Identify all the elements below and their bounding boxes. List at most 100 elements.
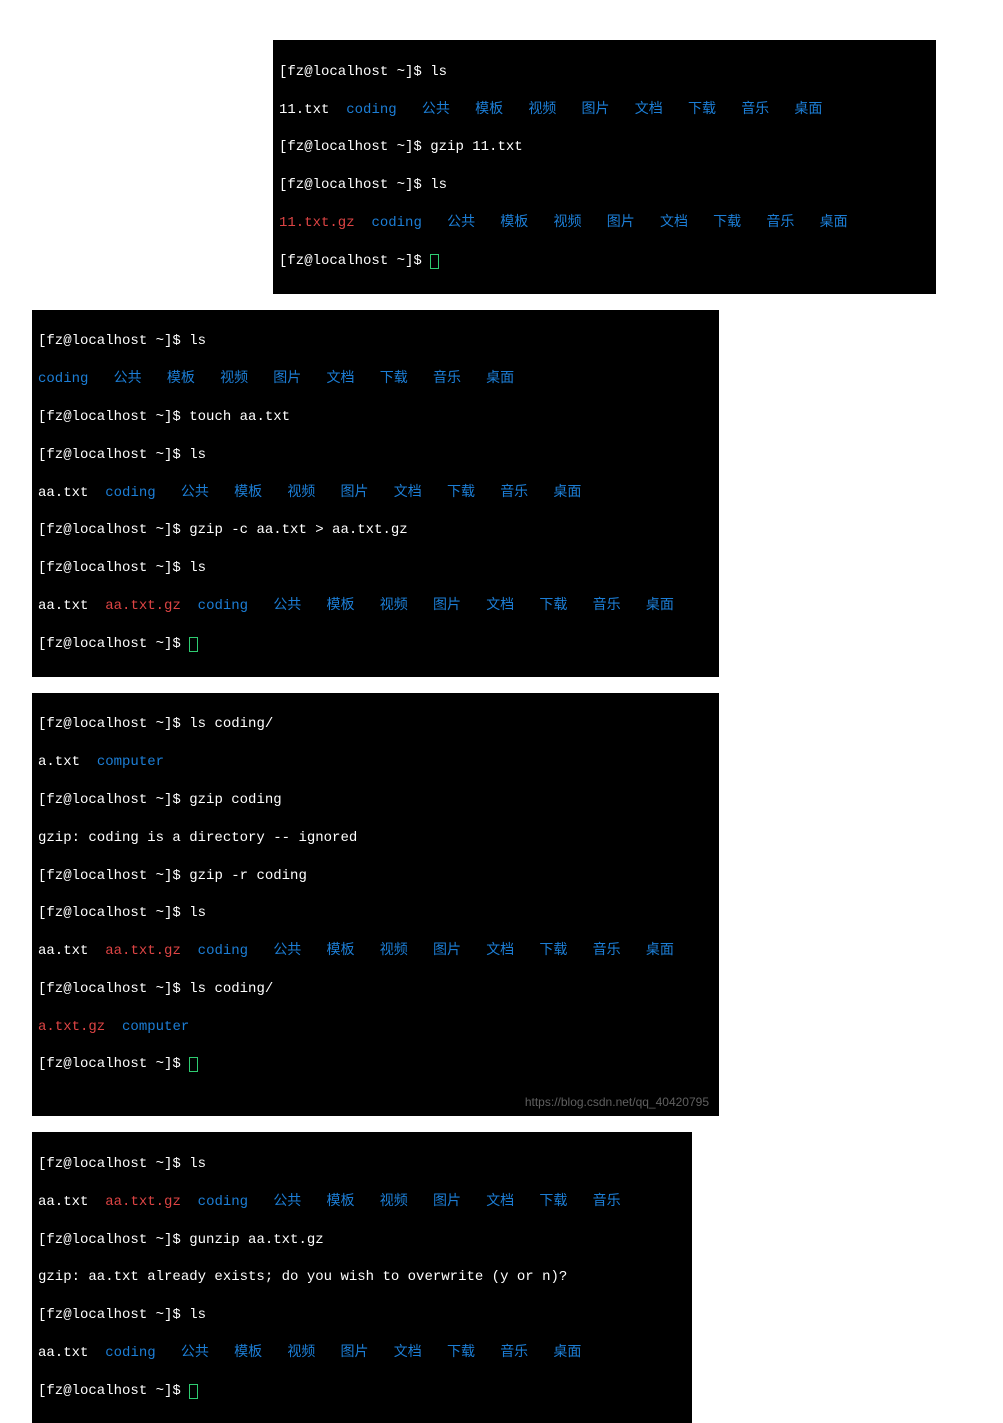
terminal-line: [fz@localhost ~]$ ls coding/ (38, 980, 713, 999)
command: ls coding/ (189, 981, 273, 997)
dir: 桌面 (646, 598, 674, 614)
file: aa.txt (38, 598, 88, 614)
dir: coding (198, 598, 248, 614)
cursor-icon[interactable] (189, 637, 198, 652)
dir: 桌面 (820, 215, 848, 231)
file-gz: aa.txt.gz (105, 598, 181, 614)
dir: 模板 (234, 485, 262, 501)
dir: 公共 (422, 102, 450, 118)
dir: 音乐 (593, 598, 621, 614)
dir: coding (105, 485, 155, 501)
dir: 图片 (433, 1194, 461, 1210)
file-gz: a.txt.gz (38, 1019, 105, 1035)
prompt: [fz@localhost ~]$ (279, 253, 430, 269)
terminal-line: [fz@localhost ~]$ ls (38, 559, 713, 578)
dir: 音乐 (500, 485, 528, 501)
prompt: [fz@localhost ~]$ (38, 1056, 189, 1072)
terminal-line: [fz@localhost ~]$ (38, 635, 713, 654)
command: touch aa.txt (189, 409, 290, 425)
terminal-line: [fz@localhost ~]$ ls (38, 904, 713, 923)
terminal-block-4: [fz@localhost ~]$ ls aa.txt aa.txt.gz co… (32, 1132, 692, 1423)
dir: 音乐 (766, 215, 794, 231)
terminal-line: [fz@localhost ~]$ ls (38, 1155, 686, 1174)
dir: 模板 (327, 943, 355, 959)
terminal-line: aa.txt aa.txt.gz coding 公共 模板 视频 图片 文档 下… (38, 942, 713, 961)
dir: 下载 (539, 943, 567, 959)
dir: 音乐 (593, 943, 621, 959)
file: a.txt (38, 754, 80, 770)
prompt: [fz@localhost ~]$ (38, 333, 189, 349)
dir: 桌面 (553, 1345, 581, 1361)
dir: 音乐 (500, 1345, 528, 1361)
command: gzip 11.txt (430, 139, 522, 155)
message: gzip: coding is a directory -- ignored (38, 830, 357, 846)
file-gz: 11.txt.gz (279, 215, 355, 231)
dir: 文档 (394, 1345, 422, 1361)
file: aa.txt (38, 485, 88, 501)
file-gz: aa.txt.gz (105, 1194, 181, 1210)
file-gz: aa.txt.gz (105, 943, 181, 959)
terminal-line: [fz@localhost ~]$ gzip -c aa.txt > aa.tx… (38, 521, 713, 540)
dir: 视频 (380, 1194, 408, 1210)
dir: 视频 (287, 485, 315, 501)
dir: 视频 (554, 215, 582, 231)
dir: 模板 (327, 1194, 355, 1210)
prompt: [fz@localhost ~]$ (279, 177, 430, 193)
dir: 图片 (341, 485, 369, 501)
dir: 下载 (539, 598, 567, 614)
dir: 图片 (341, 1345, 369, 1361)
dir: computer (97, 754, 164, 770)
dir: 公共 (273, 943, 301, 959)
prompt: [fz@localhost ~]$ (38, 560, 189, 576)
dir: 文档 (486, 598, 514, 614)
terminal-line: [fz@localhost ~]$ ls (279, 176, 930, 195)
command: ls (189, 333, 206, 349)
prompt: [fz@localhost ~]$ (38, 409, 189, 425)
dir: 音乐 (433, 371, 461, 387)
terminal-line: coding 公共 模板 视频 图片 文档 下载 音乐 桌面 (38, 370, 713, 389)
dir: 视频 (220, 371, 248, 387)
terminal-line: 11.txt.gz coding 公共 模板 视频 图片 文档 下载 音乐 桌面 (279, 214, 930, 233)
dir: coding (198, 943, 248, 959)
dir: 桌面 (553, 485, 581, 501)
dir: 图片 (433, 943, 461, 959)
dir: 图片 (607, 215, 635, 231)
prompt: [fz@localhost ~]$ (279, 139, 430, 155)
command: ls (430, 64, 447, 80)
terminal-line: [fz@localhost ~]$ (38, 1055, 713, 1074)
prompt: [fz@localhost ~]$ (38, 1383, 189, 1399)
dir: 桌面 (646, 943, 674, 959)
dir: 文档 (486, 1194, 514, 1210)
dir: 视频 (380, 943, 408, 959)
dir: 视频 (528, 102, 556, 118)
dir: coding (371, 215, 421, 231)
file: aa.txt (38, 1194, 88, 1210)
dir: 音乐 (593, 1194, 621, 1210)
command: ls (189, 905, 206, 921)
dir: computer (122, 1019, 189, 1035)
dir: coding (38, 371, 88, 387)
terminal-block-2: [fz@localhost ~]$ ls coding 公共 模板 视频 图片 … (32, 310, 719, 677)
command: ls (189, 1156, 206, 1172)
dir: 桌面 (486, 371, 514, 387)
terminal-line: [fz@localhost ~]$ gzip coding (38, 791, 713, 810)
prompt: [fz@localhost ~]$ (38, 792, 189, 808)
dir: 模板 (475, 102, 503, 118)
command: gzip coding (189, 792, 281, 808)
dir: 下载 (447, 485, 475, 501)
prompt: [fz@localhost ~]$ (38, 1156, 189, 1172)
dir: 公共 (447, 215, 475, 231)
dir: 视频 (287, 1345, 315, 1361)
dir: 公共 (181, 485, 209, 501)
terminal-line: gzip: aa.txt already exists; do you wish… (38, 1268, 686, 1287)
terminal-line: [fz@localhost ~]$ gzip -r coding (38, 867, 713, 886)
dir: 下载 (539, 1194, 567, 1210)
cursor-icon[interactable] (189, 1384, 198, 1399)
file: 11.txt (279, 102, 329, 118)
terminal-line: [fz@localhost ~]$ ls (279, 63, 930, 82)
cursor-icon[interactable] (430, 254, 439, 269)
cursor-icon[interactable] (189, 1057, 198, 1072)
terminal-line: [fz@localhost ~]$ gzip 11.txt (279, 138, 930, 157)
dir: 桌面 (794, 102, 822, 118)
dir: 文档 (327, 371, 355, 387)
